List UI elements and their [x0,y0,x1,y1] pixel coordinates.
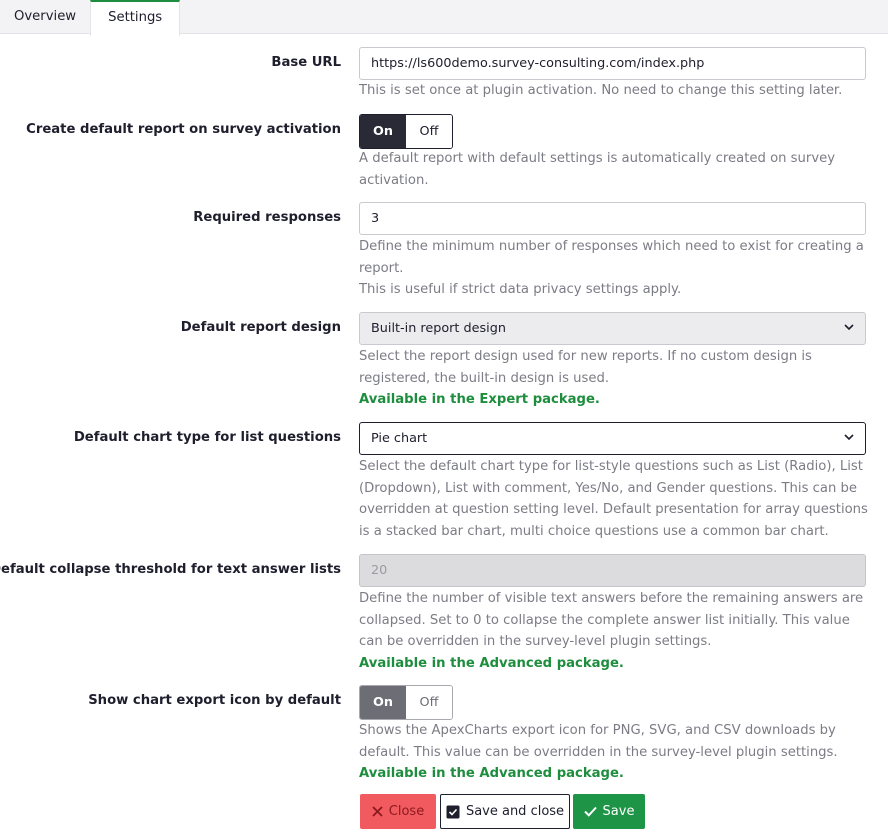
chevron-down-icon [844,434,854,441]
tab-settings[interactable]: Settings [90,0,181,36]
check-icon [583,806,597,817]
chart-export-icon-off-button: Off [406,686,452,719]
default-report-design-help: Select the report design used for new re… [359,349,812,386]
required-responses-help: Define the minimum number of responses w… [359,236,869,301]
default-report-design-package-note: Available in the Expert package. [359,392,600,407]
collapse-threshold-label: Default collapse threshold for text answ… [0,562,341,577]
required-responses-input[interactable] [359,202,866,235]
chart-export-icon-package-note: Available in the Advanced package. [359,766,624,781]
create-default-report-toggle: On Off [359,114,453,149]
required-responses-label: Required responses [193,210,341,225]
base-url-input[interactable] [359,47,866,80]
save-and-close-button-label: Save and close [465,804,565,819]
save-close-icon [446,805,460,818]
tab-bar: Overview Settings [0,0,888,36]
base-url-label: Base URL [271,55,341,70]
collapse-threshold-package-note: Available in the Advanced package. [359,655,624,671]
save-and-close-button[interactable]: Save and close [440,794,570,829]
chart-export-icon-on-button: On [360,686,406,719]
tab-overview[interactable]: Overview [0,0,90,33]
default-report-design-label: Default report design [180,320,341,335]
default-report-design-help-block: Select the report design used for new re… [359,346,869,411]
default-chart-type-select[interactable]: Pie chart [359,422,866,455]
create-default-report-on-button[interactable]: On [360,115,406,148]
default-report-design-row: Default report design Built-in report de… [0,312,888,345]
default-chart-type-value: Pie chart [359,422,866,455]
create-default-report-help: A default report with default settings i… [359,151,836,188]
collapse-threshold-help: Define the number of visible text answer… [359,591,864,649]
default-chart-type-label: Default chart type for list questions [73,430,341,445]
default-report-design-value: Built-in report design [359,312,866,345]
default-chart-type-row: Default chart type for list questions Pi… [0,422,888,455]
chart-export-icon-label: Show chart export icon by default [88,693,341,708]
chevron-down-icon [844,324,854,331]
base-url-help: This is set once at plugin activation. N… [359,83,843,98]
collapse-threshold-input [359,554,866,587]
create-default-report-off-button[interactable]: Off [406,115,452,148]
collapse-threshold-help-block: Define the number of visible text answer… [359,588,869,674]
default-report-design-select[interactable]: Built-in report design [359,312,866,345]
create-default-report-label: Create default report on survey activati… [26,122,341,137]
chart-export-icon-help-block: Shows the ApexCharts export icon for PNG… [359,720,869,785]
default-chart-type-help: Select the default chart type for list-s… [359,459,868,539]
collapse-threshold-control [359,554,866,587]
chart-export-icon-help: Shows the ApexCharts export icon for PNG… [359,723,838,760]
required-responses-help-line1: Define the minimum number of responses w… [359,239,864,276]
close-button[interactable]: Close [360,794,436,829]
required-responses-help-line2: This is useful if strict data privacy se… [359,282,682,297]
close-button-label: Close [388,804,425,819]
chart-export-icon-toggle: On Off [359,685,453,720]
save-button-label: Save [602,804,635,819]
close-icon [372,806,383,817]
required-responses-control [359,202,866,235]
save-button[interactable]: Save [573,794,645,829]
base-url-control [359,47,866,80]
